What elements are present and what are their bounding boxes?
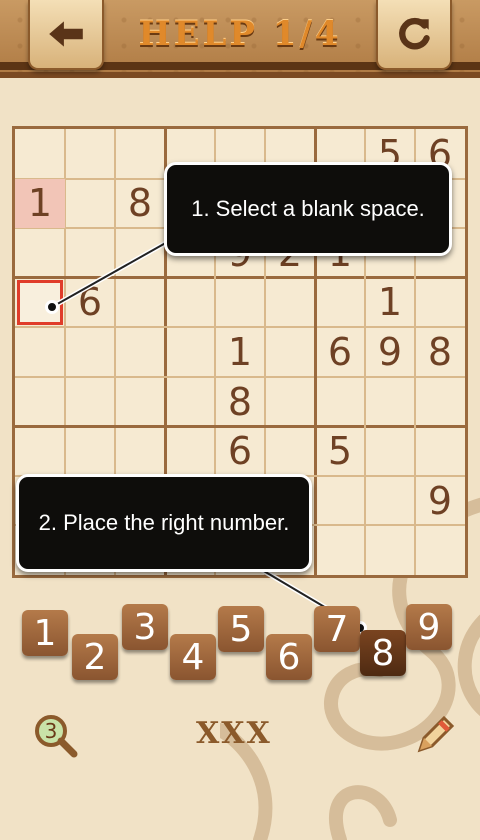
callout-step-1: 1. Select a blank space. xyxy=(164,162,452,256)
number-tile-1[interactable]: 1 xyxy=(22,610,68,656)
pencil-icon[interactable] xyxy=(410,712,458,760)
number-tile-5[interactable]: 5 xyxy=(218,606,264,652)
number-tile-9[interactable]: 9 xyxy=(406,604,452,650)
number-tile-7[interactable]: 7 xyxy=(314,606,360,652)
hint-count: 3 xyxy=(45,719,58,743)
callout-pointer-dot-1 xyxy=(45,300,59,314)
callout-leader-lines xyxy=(50,233,362,631)
hint-magnifier-button[interactable]: 3 xyxy=(32,712,78,758)
callout-step-2: 2. Place the right number. xyxy=(16,474,312,572)
number-tile-4[interactable]: 4 xyxy=(170,634,216,680)
number-tile-3[interactable]: 3 xyxy=(122,604,168,650)
number-tile-8[interactable]: 8 xyxy=(360,630,406,676)
mistakes-indicator: XXX xyxy=(196,716,272,751)
number-tile-2[interactable]: 2 xyxy=(72,634,118,680)
number-tile-6[interactable]: 6 xyxy=(266,634,312,680)
